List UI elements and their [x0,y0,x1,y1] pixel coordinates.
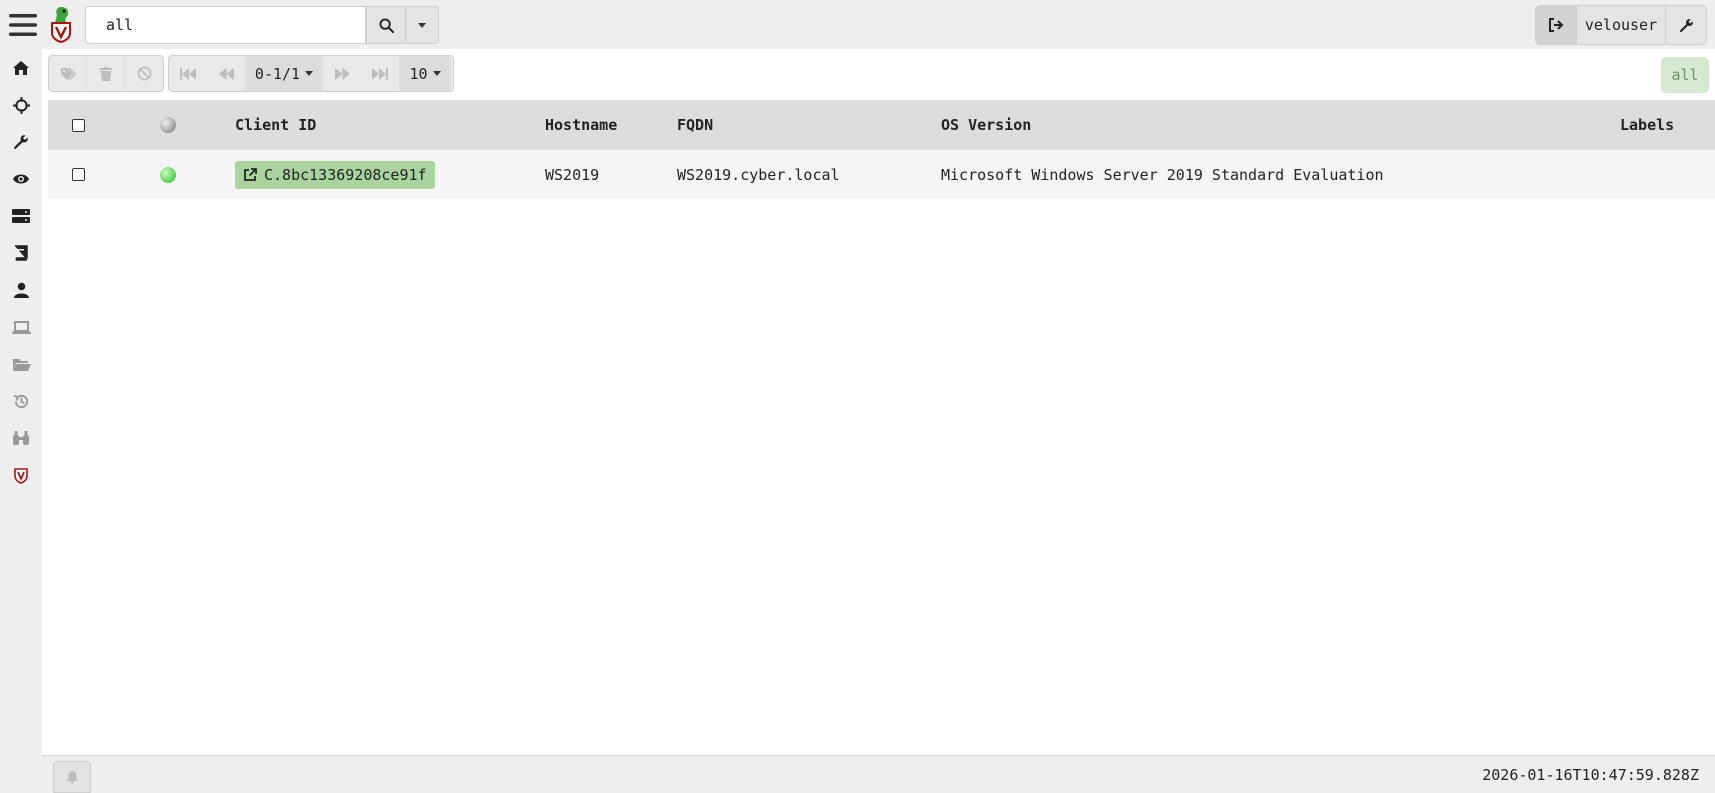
table-header: Client ID Hostname FQDN OS Version Label… [48,100,1715,150]
server-clock: 2026-01-16T10:47:59.828Z [1482,766,1699,784]
tags-icon [60,66,76,81]
next-page-button[interactable] [323,56,361,91]
book-icon[interactable] [10,242,32,264]
history-icon[interactable] [10,390,32,412]
caret-down-icon [305,71,314,76]
username-label[interactable]: velouser [1576,6,1666,44]
forward-icon [334,67,350,80]
add-label-button[interactable] [49,56,87,91]
row-select-checkbox[interactable] [72,150,85,199]
search-input[interactable] [85,6,366,44]
trash-icon [99,66,112,81]
client-id-cell: C.8bc13369208ce91f [235,150,435,199]
wrench-icon [1679,18,1693,32]
column-header-client-id[interactable]: Client ID [235,100,316,150]
column-header-fqdn[interactable]: FQDN [677,100,713,150]
label-actions-group [48,55,164,92]
status-footer [42,755,1715,793]
client-id-link[interactable]: C.8bc13369208ce91f [235,160,435,189]
table-row[interactable]: C.8bc13369208ce91f WS2019 WS2019.cyber.l… [48,150,1715,199]
page-range-dropdown[interactable]: 0-1/1 [245,56,323,91]
column-header-labels[interactable]: Labels [1620,100,1674,150]
last-page-button[interactable] [361,56,399,91]
page-size-label: 10 [409,64,428,83]
sidebar [0,49,42,793]
user-controls: velouser [1535,5,1707,45]
column-header-os-version[interactable]: OS Version [941,100,1031,150]
client-id-text: C.8bc13369208ce91f [264,165,427,184]
caret-down-icon [418,22,426,28]
first-page-button[interactable] [169,56,207,91]
select-all-checkbox[interactable] [72,100,85,150]
fast-forward-icon [372,67,388,80]
online-status-indicator [160,150,176,199]
caret-down-icon [432,71,441,76]
eye-icon[interactable] [10,168,32,190]
page-range-label: 0-1/1 [254,64,301,83]
server-icon[interactable] [10,205,32,227]
user-icon[interactable] [10,279,32,301]
search-button[interactable] [366,6,406,44]
filter-badge[interactable]: all [1661,57,1709,93]
page-size-dropdown[interactable]: 10 [399,56,451,91]
column-header-hostname[interactable]: Hostname [545,100,617,150]
laptop-icon[interactable] [10,316,32,338]
status-header-icon [160,100,176,150]
search-icon [378,17,394,33]
search-options-dropdown[interactable] [405,6,439,44]
sign-out-icon [1549,18,1564,32]
user-settings-button[interactable] [1666,6,1706,44]
crosshairs-icon[interactable] [10,94,32,116]
previous-page-button[interactable] [207,56,245,91]
bell-icon [66,771,78,784]
wrench-icon[interactable] [10,131,32,153]
fast-backward-icon [180,67,196,80]
home-icon[interactable] [10,57,32,79]
notifications-button[interactable] [53,761,91,793]
folder-open-icon[interactable] [10,353,32,375]
hamburger-menu-icon[interactable] [9,11,37,39]
delete-client-button[interactable] [87,56,125,91]
external-link-icon [244,167,257,181]
velociraptor-logo[interactable] [47,5,75,44]
binoculars-icon[interactable] [10,427,32,449]
velociraptor-shield-icon[interactable] [10,465,32,487]
kill-client-button[interactable] [125,56,163,91]
os-version-cell: Microsoft Windows Server 2019 Standard E… [941,165,1384,184]
fqdn-cell: WS2019.cyber.local [677,165,840,184]
backward-icon [218,67,234,80]
ban-icon [137,66,151,81]
pagination-group: 0-1/1 10 [168,55,454,92]
logout-button[interactable] [1536,6,1576,44]
hostname-cell: WS2019 [545,165,600,184]
